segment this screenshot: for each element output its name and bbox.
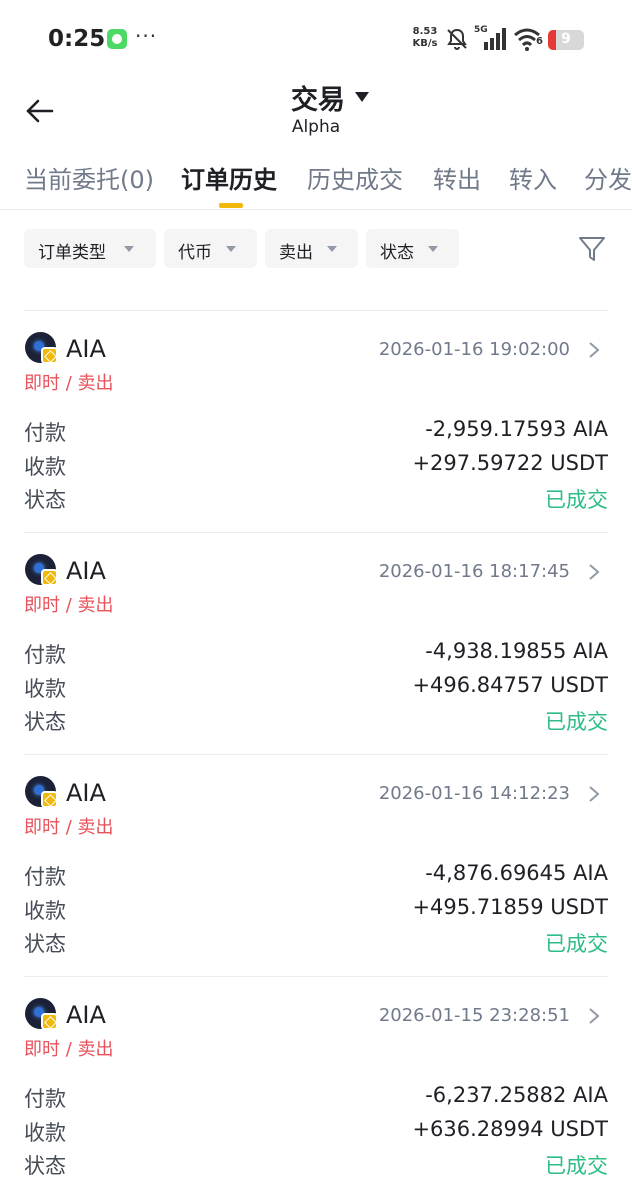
- order-type: 即时 / 卖出: [24, 595, 114, 616]
- battery-level: 9: [561, 31, 571, 47]
- order-time: 2026-01-15 23:28:51: [378, 1005, 570, 1026]
- filter-order-type[interactable]: 订单类型: [24, 229, 156, 268]
- order-card[interactable]: AIA 2026-01-16 14:12:23 即时 / 卖出 付款 -4,87…: [24, 754, 608, 976]
- battery-icon: 9: [548, 30, 584, 50]
- receive-value: +297.59722 USDT: [412, 451, 608, 475]
- order-type: 即时 / 卖出: [24, 817, 114, 838]
- receive-label: 收款: [24, 1121, 66, 1145]
- pay-label: 付款: [24, 1087, 66, 1111]
- order-type: 即时 / 卖出: [24, 1039, 114, 1060]
- page-title-dropdown[interactable]: 交易: [0, 78, 632, 117]
- pay-value: -2,959.17593 AIA: [425, 417, 608, 441]
- network-speed-value: 8.53: [412, 26, 438, 37]
- chain-badge-icon: [41, 1013, 58, 1030]
- chevron-right-icon[interactable]: [588, 563, 600, 581]
- filter-label: 订单类型: [38, 243, 106, 263]
- filter-status[interactable]: 状态: [366, 229, 459, 268]
- status-label: 状态: [24, 488, 66, 512]
- receive-label: 收款: [24, 455, 66, 479]
- chain-badge-icon: [41, 347, 58, 364]
- caret-down-icon: [226, 246, 236, 252]
- order-time: 2026-01-16 18:17:45: [378, 561, 570, 582]
- status-value: 已成交: [545, 710, 608, 734]
- chain-badge-icon: [41, 791, 58, 808]
- app-notification-icon: [107, 29, 127, 49]
- status-bar: 0:25 ··· 8.53 KB/s 5G 6 9: [0, 0, 632, 80]
- caret-down-icon: [327, 246, 337, 252]
- page-subtitle: Alpha: [291, 117, 341, 137]
- order-type: 即时 / 卖出: [24, 373, 114, 394]
- coin-name: AIA: [66, 335, 106, 363]
- chevron-right-icon[interactable]: [588, 341, 600, 359]
- network-speed-unit: KB/s: [412, 38, 438, 49]
- filter-label: 卖出: [279, 243, 313, 263]
- receive-value: +495.71859 USDT: [412, 895, 608, 919]
- active-tab-indicator: [219, 203, 243, 208]
- pay-label: 付款: [24, 865, 66, 889]
- receive-label: 收款: [24, 899, 66, 923]
- divider: [0, 209, 632, 210]
- coin-name: AIA: [66, 779, 106, 807]
- caret-down-icon: [355, 92, 369, 102]
- filter-label: 代币: [178, 243, 212, 263]
- pay-value: -4,938.19855 AIA: [425, 639, 608, 663]
- tab-open-orders[interactable]: 当前委托(0): [24, 160, 154, 195]
- order-time: 2026-01-16 14:12:23: [378, 783, 570, 804]
- receive-value: +496.84757 USDT: [412, 673, 608, 697]
- pay-value: -6,237.25882 AIA: [425, 1083, 608, 1107]
- status-time: 0:25: [48, 26, 106, 52]
- status-label: 状态: [24, 1154, 66, 1178]
- caret-down-icon: [428, 246, 438, 252]
- chevron-right-icon[interactable]: [588, 785, 600, 803]
- order-card[interactable]: AIA 2026-01-15 23:28:51 即时 / 卖出 付款 -6,23…: [24, 976, 608, 1198]
- tab-trade-history[interactable]: 历史成交: [307, 160, 403, 195]
- coin-name: AIA: [66, 557, 106, 585]
- tab-transfer-out[interactable]: 转出: [433, 160, 481, 195]
- tab-distribution[interactable]: 分发: [584, 160, 632, 195]
- receive-label: 收款: [24, 677, 66, 701]
- wifi-badge: 6: [536, 36, 543, 47]
- tab-order-history[interactable]: 订单历史: [181, 160, 277, 195]
- pay-label: 付款: [24, 421, 66, 445]
- filter-token[interactable]: 代币: [164, 229, 257, 268]
- chain-badge-icon: [41, 569, 58, 586]
- page-title: 交易: [291, 85, 345, 116]
- caret-down-icon: [124, 246, 134, 252]
- order-card[interactable]: AIA 2026-01-16 19:02:00 即时 / 卖出 付款 -2,95…: [24, 310, 608, 532]
- tab-transfer-in[interactable]: 转入: [509, 160, 557, 195]
- order-card[interactable]: AIA 2026-01-16 18:17:45 即时 / 卖出 付款 -4,93…: [24, 532, 608, 754]
- status-value: 已成交: [545, 1154, 608, 1178]
- coin-name: AIA: [66, 1001, 106, 1029]
- pay-label: 付款: [24, 643, 66, 667]
- filter-label: 状态: [380, 243, 414, 263]
- status-value: 已成交: [545, 488, 608, 512]
- signal-icon: [484, 28, 506, 50]
- filter-funnel-icon[interactable]: [576, 233, 608, 265]
- status-label: 状态: [24, 932, 66, 956]
- mute-bell-icon: [447, 28, 467, 50]
- more-notifications-icon: ···: [135, 24, 158, 48]
- pay-value: -4,876.69645 AIA: [425, 861, 608, 885]
- receive-value: +636.28994 USDT: [412, 1117, 608, 1141]
- chevron-right-icon[interactable]: [588, 1007, 600, 1025]
- status-value: 已成交: [545, 932, 608, 956]
- order-time: 2026-01-16 19:02:00: [378, 339, 570, 360]
- filter-side[interactable]: 卖出: [265, 229, 358, 268]
- status-label: 状态: [24, 710, 66, 734]
- network-speed: 8.53 KB/s: [410, 26, 440, 50]
